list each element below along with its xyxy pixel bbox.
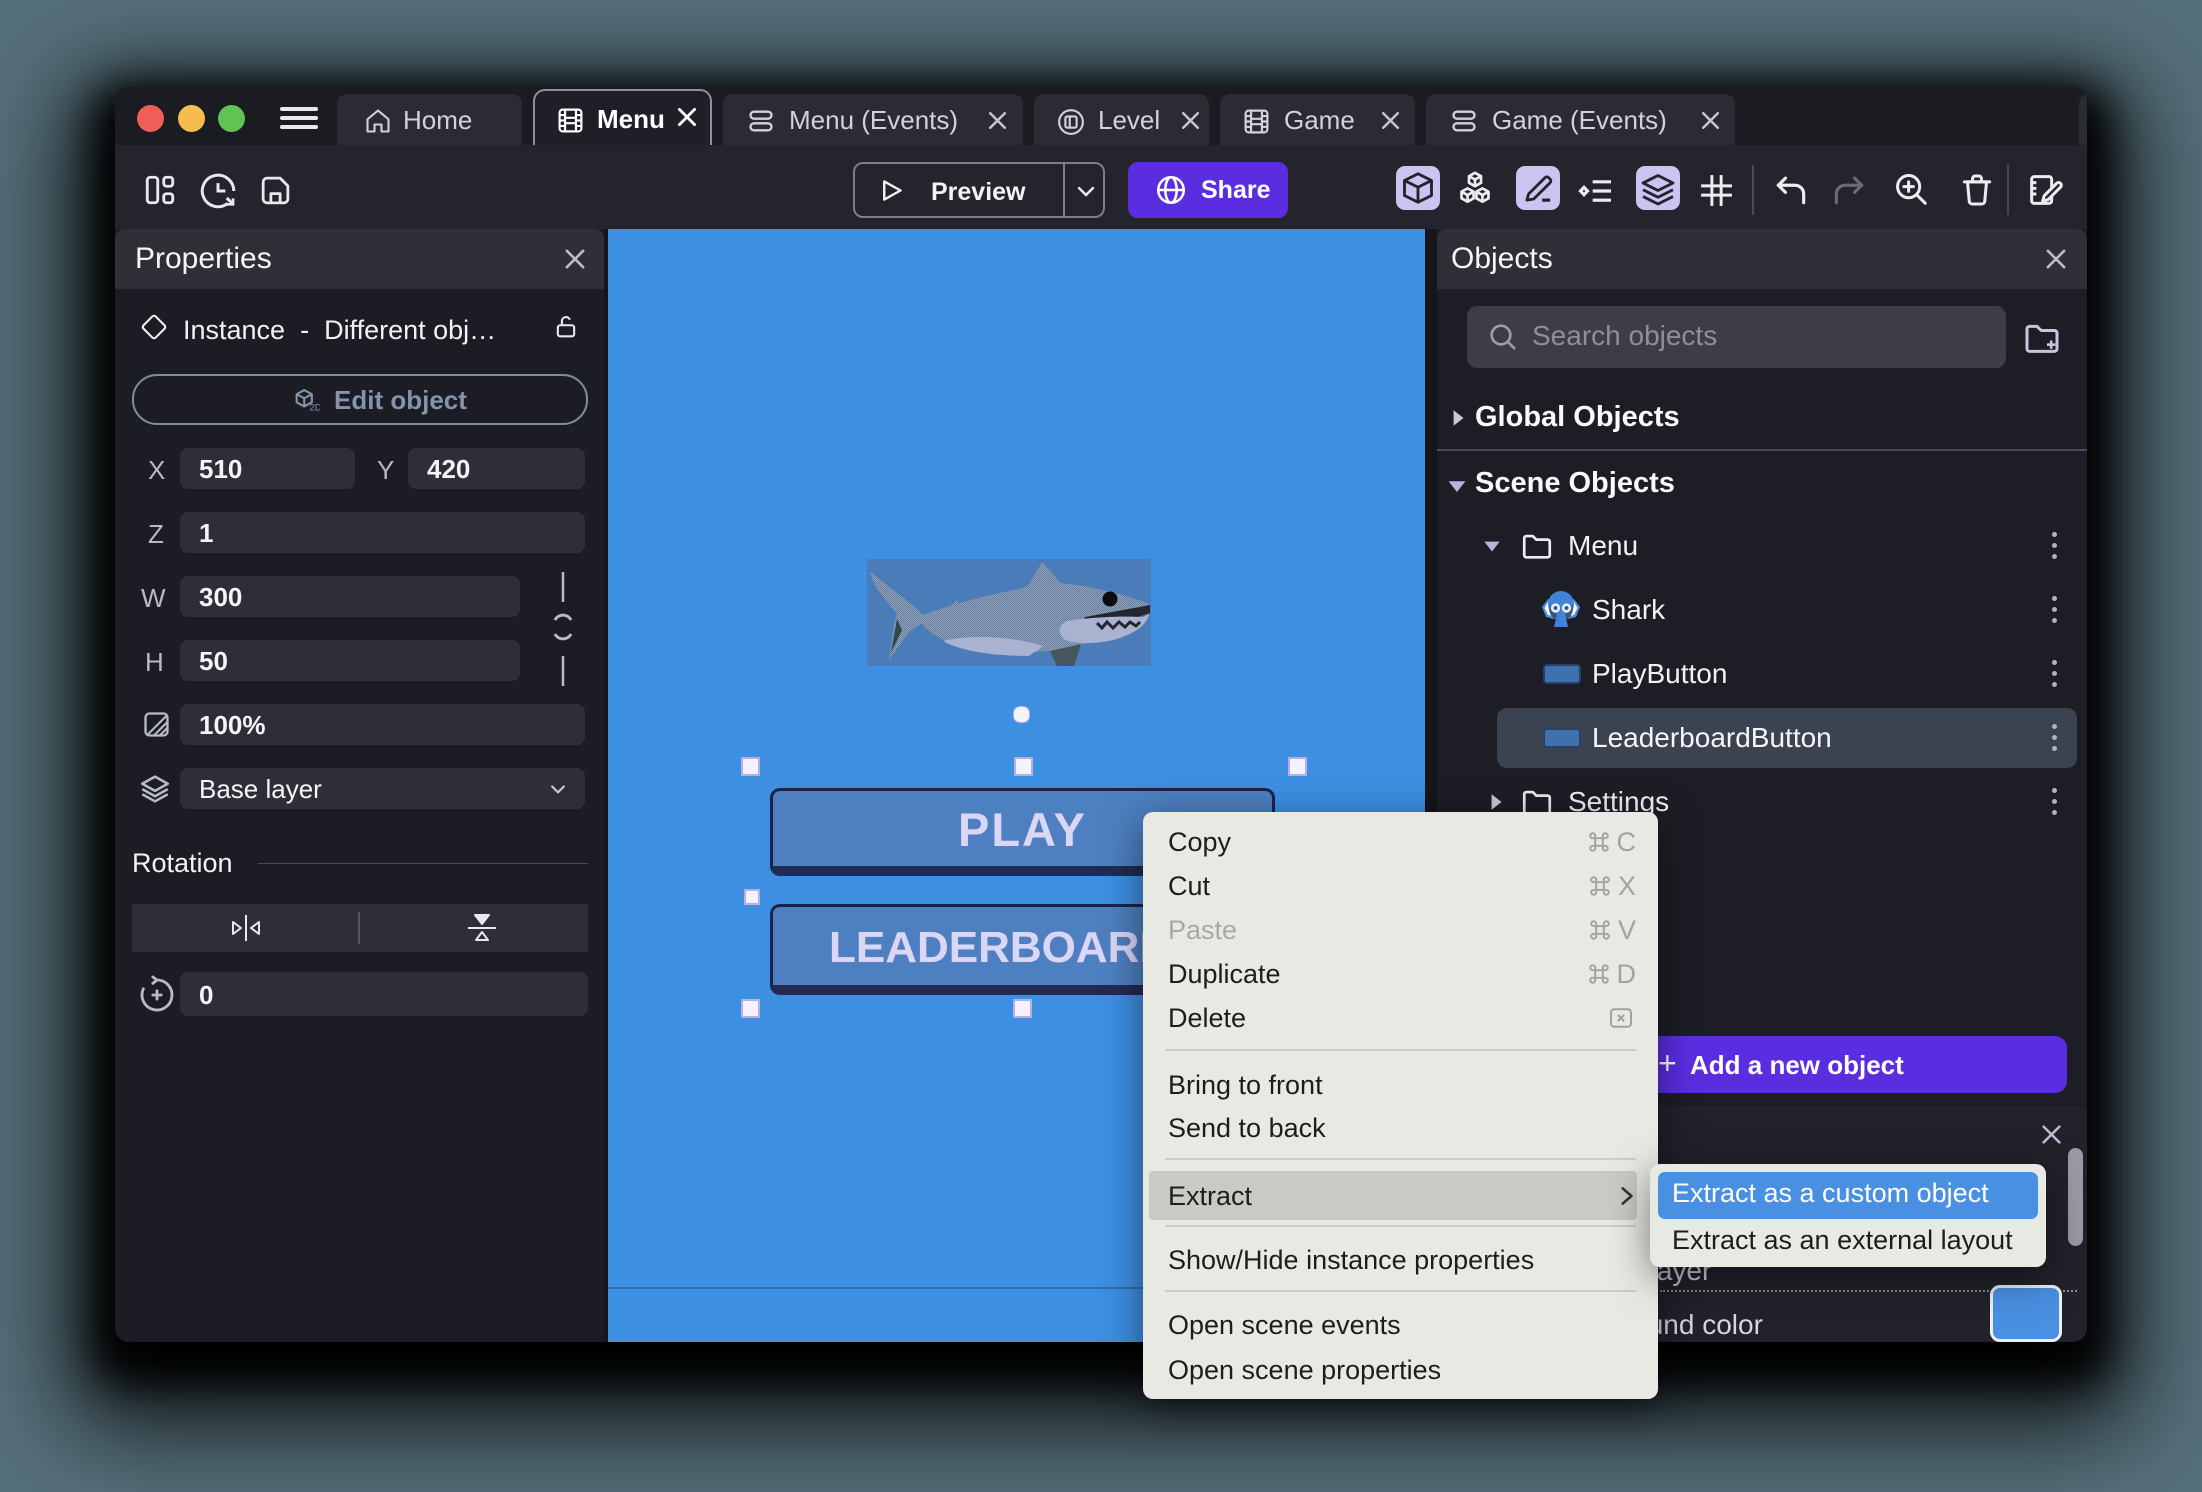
svg-text:2D: 2D [310,403,321,413]
